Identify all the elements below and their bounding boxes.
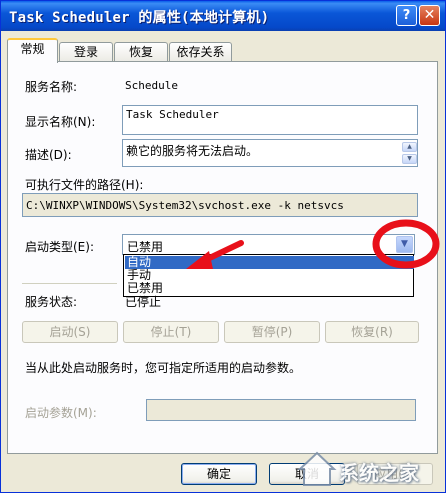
watermark-logo: 系统之家 bbox=[297, 449, 443, 489]
annotation-overlay bbox=[186, 219, 440, 269]
watermark-text: 系统之家 bbox=[339, 461, 419, 485]
annotation-arrow bbox=[186, 240, 244, 269]
annotation-circle bbox=[372, 219, 440, 269]
properties-dialog: Task Scheduler 的属性(本地计算机) ? ✕ 常规 登录 恢复 依… bbox=[0, 0, 446, 493]
house-icon bbox=[297, 451, 337, 486]
tab-general[interactable]: 常规 bbox=[7, 38, 58, 63]
